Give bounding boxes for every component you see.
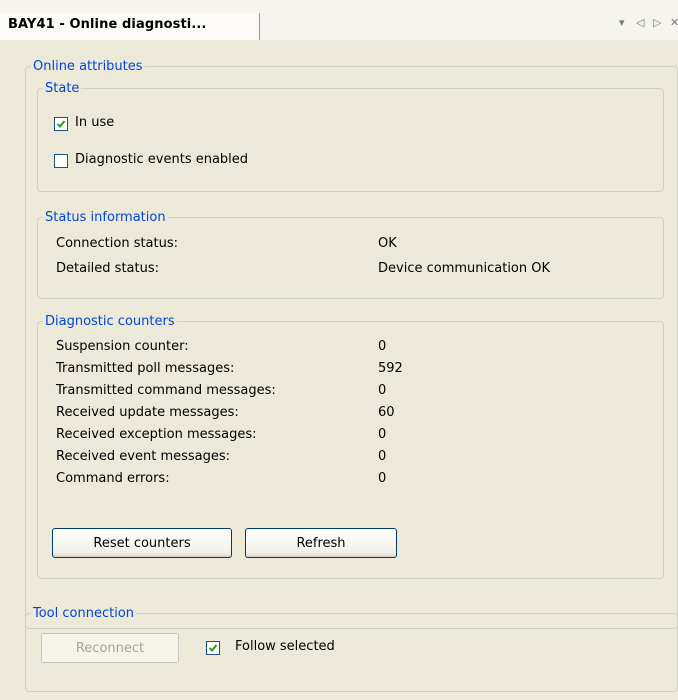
check-icon: [208, 644, 218, 652]
diagnostic-counters-legend: Diagnostic counters: [45, 314, 175, 329]
diagnostic-events-checkbox[interactable]: [54, 154, 68, 168]
command-errors-label: Command errors:: [56, 471, 170, 486]
refresh-button[interactable]: Refresh: [245, 528, 397, 558]
transmitted-command-value: 0: [378, 383, 387, 398]
diagnostics-panel: Online attributes State In use Diagnosti…: [0, 40, 678, 700]
suspension-counter-value: 0: [378, 339, 387, 354]
transmitted-poll-value: 592: [378, 361, 403, 376]
online-attributes-legend: Online attributes: [33, 59, 143, 74]
detailed-status-label: Detailed status:: [56, 261, 160, 276]
nav-right-icon[interactable]: ▷: [653, 16, 661, 29]
received-update-value: 60: [378, 405, 395, 420]
status-information-legend: Status information: [45, 210, 166, 225]
reset-counters-button[interactable]: Reset counters: [52, 528, 232, 558]
follow-selected-checkbox[interactable]: [206, 641, 220, 655]
state-group: State: [37, 81, 664, 192]
in-use-label[interactable]: In use: [75, 115, 114, 130]
command-errors-value: 0: [378, 471, 387, 486]
connection-status-label: Connection status:: [56, 236, 179, 251]
connection-status-value: OK: [378, 236, 397, 251]
state-legend: State: [45, 81, 80, 96]
tab-title: BAY41 - Online diagnosti...: [8, 17, 207, 32]
reconnect-button[interactable]: Reconnect: [41, 633, 179, 663]
suspension-counter-label: Suspension counter:: [56, 339, 189, 354]
detailed-status-value: Device communication OK: [378, 261, 551, 276]
follow-selected-label[interactable]: Follow selected: [235, 639, 335, 654]
received-exception-value: 0: [378, 427, 387, 442]
diagnostic-events-label[interactable]: Diagnostic events enabled: [75, 152, 248, 167]
nav-left-icon[interactable]: ◁: [636, 16, 644, 29]
transmitted-poll-label: Transmitted poll messages:: [56, 361, 235, 376]
status-information-group: Status information: [37, 210, 664, 299]
received-update-label: Received update messages:: [56, 405, 239, 420]
transmitted-command-label: Transmitted command messages:: [56, 383, 276, 398]
dropdown-arrow-icon[interactable]: ▾: [619, 16, 625, 29]
received-exception-label: Received exception messages:: [56, 427, 257, 442]
tool-connection-legend: Tool connection: [33, 606, 135, 621]
window-tab[interactable]: BAY41 - Online diagnosti...: [0, 13, 260, 40]
received-event-value: 0: [378, 449, 387, 464]
in-use-checkbox[interactable]: [54, 117, 68, 131]
received-event-label: Received event messages:: [56, 449, 231, 464]
check-icon: [56, 120, 66, 128]
close-icon[interactable]: ✕: [670, 16, 678, 29]
title-bar: BAY41 - Online diagnosti... ▾ ◁ ▷ ✕: [0, 0, 678, 40]
